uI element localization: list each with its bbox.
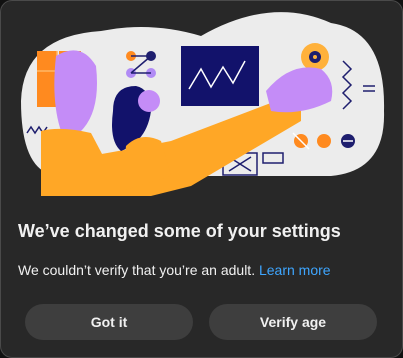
got-it-button[interactable]: Got it xyxy=(25,304,193,340)
message-text: We couldn’t verify that you’re an adult. xyxy=(18,262,256,278)
verify-age-button[interactable]: Verify age xyxy=(209,304,377,340)
age-verification-illustration xyxy=(21,12,385,196)
learn-more-link[interactable]: Learn more xyxy=(259,262,331,278)
dialog-message: We couldn’t verify that you’re an adult.… xyxy=(18,262,331,278)
dialog-title: We’ve changed some of your settings xyxy=(18,221,341,241)
settings-changed-dialog: We’ve changed some of your settings We c… xyxy=(0,0,403,358)
